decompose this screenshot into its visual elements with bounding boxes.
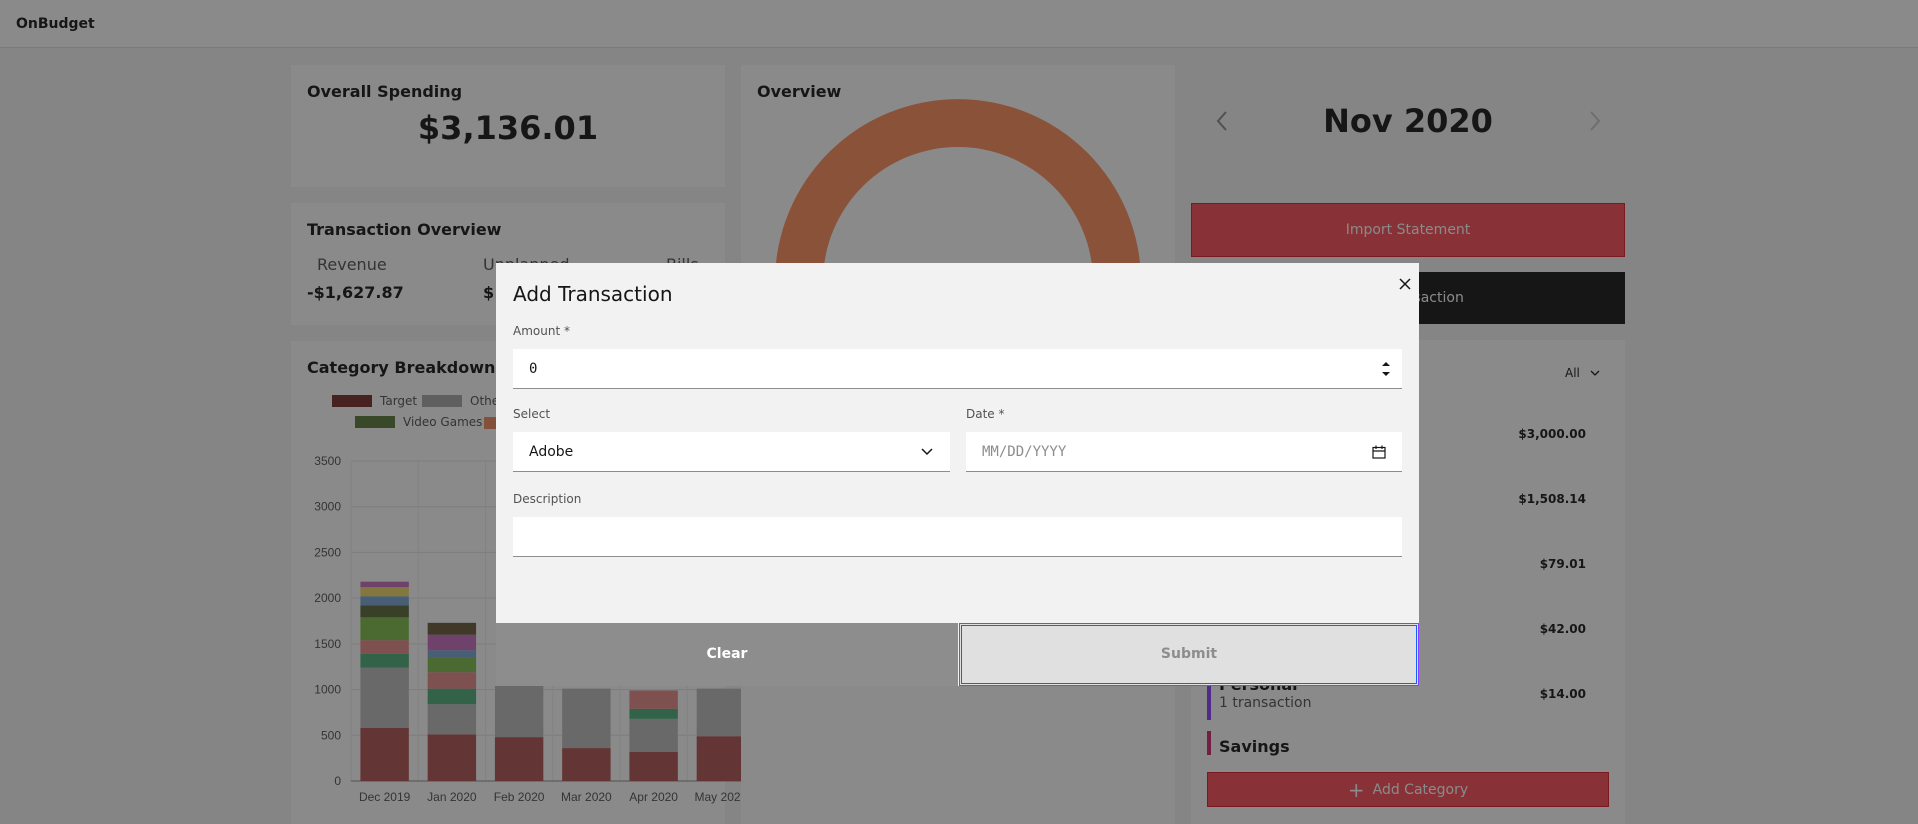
select-label: Select [513, 407, 551, 421]
submit-button[interactable]: Submit [959, 623, 1419, 686]
stepper-icon[interactable] [1381, 360, 1391, 378]
date-input[interactable]: MM/DD/YYYY [966, 432, 1402, 472]
clear-button[interactable]: Clear [496, 623, 958, 686]
amount-input[interactable]: 0 [513, 349, 1402, 389]
date-placeholder: MM/DD/YYYY [982, 444, 1067, 460]
chevron-down-icon [921, 448, 933, 456]
description-label: Description [513, 492, 582, 506]
select-value: Adobe [529, 444, 574, 460]
close-icon[interactable] [1393, 274, 1417, 298]
amount-value: 0 [529, 361, 538, 377]
modal-title: Add Transaction [513, 282, 673, 306]
date-label: Date * [966, 407, 1005, 421]
amount-label: Amount * [513, 324, 570, 338]
category-select[interactable]: Adobe [513, 432, 950, 472]
description-input[interactable] [513, 517, 1402, 557]
add-transaction-modal: Add Transaction Amount * 0 Select Adobe … [496, 263, 1419, 686]
calendar-icon[interactable] [1372, 445, 1386, 459]
